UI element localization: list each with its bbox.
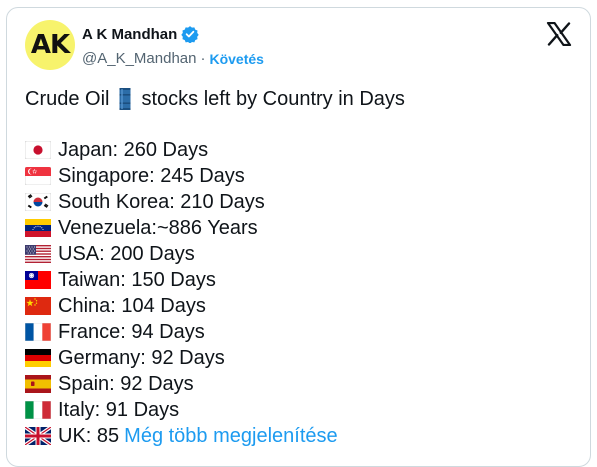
list-item: China: 104 Days	[25, 293, 338, 319]
headline-part2: stocks left by Country in Days	[141, 87, 405, 110]
list-item: USA: 200 Days	[25, 241, 338, 267]
author-handle-row: @A_K_Mandhan · Követés	[82, 50, 264, 67]
headline-part1: Crude Oil	[25, 87, 110, 110]
list-item: Spain: 92 Days	[25, 371, 338, 397]
list-item-text: France: 94 Days	[58, 320, 205, 343]
list-item-text: Venezuela:~886 Years	[58, 216, 258, 239]
list-item: Italy: 91 Days	[25, 397, 338, 423]
author-name[interactable]: A K Mandhan	[82, 26, 177, 43]
list-item-text: Japan: 260 Days	[58, 138, 209, 161]
uk-flag-icon	[25, 427, 51, 445]
x-logo-icon[interactable]	[546, 22, 572, 46]
japan-flag-icon	[25, 141, 51, 159]
list-item: Japan: 260 Days	[25, 137, 338, 163]
germany-flag-icon	[25, 349, 51, 367]
list-item-text: UK: 85	[58, 424, 120, 447]
italy-flag-icon	[25, 401, 51, 419]
list-item-text: Taiwan: 150 Days	[58, 268, 216, 291]
list-item: France: 94 Days	[25, 319, 338, 345]
usa-flag-icon	[25, 245, 51, 263]
list-item-text: Singapore: 245 Days	[58, 164, 245, 187]
list-item-text: USA: 200 Days	[58, 242, 195, 265]
taiwan-flag-icon	[25, 271, 51, 289]
list-item: Taiwan: 150 Days	[25, 267, 338, 293]
list-item: South Korea: 210 Days	[25, 189, 338, 215]
author-handle[interactable]: @A_K_Mandhan	[82, 50, 196, 67]
venezuela-flag-icon	[25, 219, 51, 237]
list-item-text: Spain: 92 Days	[58, 372, 194, 395]
singapore-flag-icon	[25, 167, 51, 185]
tweet-card[interactable]: AK A K Mandhan @A_K_Mandhan · Követés Cr…	[6, 7, 591, 467]
south-korea-flag-icon	[25, 193, 51, 211]
separator-dot: ·	[200, 50, 206, 67]
france-flag-icon	[25, 323, 51, 341]
oil-barrel-icon	[119, 87, 131, 111]
list-item: Singapore: 245 Days	[25, 163, 338, 189]
list-item: UK: 85 Még több megjelenítése	[25, 423, 338, 449]
list-item-text: Italy: 91 Days	[58, 398, 180, 421]
follow-button[interactable]: Követés	[209, 51, 263, 67]
author-name-row[interactable]: A K Mandhan	[82, 25, 199, 43]
avatar[interactable]: AK	[25, 20, 75, 70]
list-item: Germany: 92 Days	[25, 345, 338, 371]
list-item: Venezuela:~886 Years	[25, 215, 338, 241]
list-item-text: China: 104 Days	[58, 294, 206, 317]
verified-badge-icon	[181, 25, 199, 43]
show-more-link[interactable]: Még több megjelenítése	[124, 425, 337, 448]
spain-flag-icon	[25, 375, 51, 393]
avatar-text: AK	[30, 30, 70, 60]
list-item-text: South Korea: 210 Days	[58, 190, 265, 213]
list-item-text: Germany: 92 Days	[58, 346, 225, 369]
tweet-headline: Crude Oil stocks left by Country in Days	[25, 87, 405, 111]
country-list: Japan: 260 Days Singapore: 245 Days Sout…	[25, 137, 338, 449]
china-flag-icon	[25, 297, 51, 315]
